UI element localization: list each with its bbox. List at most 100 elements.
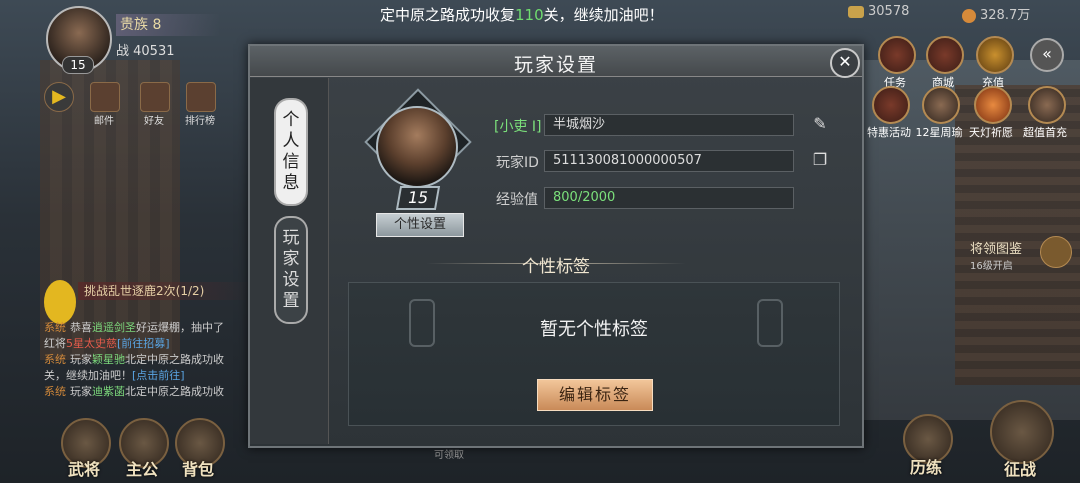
edit-tags-button[interactable]: 编辑标签 [537, 379, 653, 411]
chat-message: 系统 恭喜逍遥剑圣好运爆棚，抽中了 [44, 320, 248, 336]
chat-player-name: 逍遥剑圣 [92, 321, 136, 334]
chat-panel[interactable]: 系统 恭喜逍遥剑圣好运爆棚，抽中了 红将5星太史慈[前往招募] 系统 玩家颖星驰北定… [44, 320, 248, 416]
exp-label: 经验值 [496, 192, 538, 208]
tags-panel: 暂无个性标签 编辑标签 [348, 282, 840, 426]
chat-tag: 系统 [44, 385, 66, 398]
hero-icon [1028, 86, 1066, 124]
exp-field: 800/2000 [544, 187, 794, 209]
chat-link[interactable]: [点击前往] [132, 369, 185, 382]
player-settings-modal: 玩家设置 ✕ 个 人 信 息 玩 家 设 置 15 个性设置 [小吏 I] 半城… [248, 44, 864, 448]
close-icon: ✕ [838, 52, 852, 71]
personalize-button[interactable]: 个性设置 [376, 213, 464, 237]
arrow-icon: ▶ [44, 82, 74, 112]
chat-text: 好运爆棚，抽中了 [136, 321, 224, 334]
menu-first-recharge-label: 超值首充 [1023, 126, 1067, 139]
chat-message: 红将5星太史慈[前往招募] [44, 336, 248, 352]
menu-mail-label: 邮件 [94, 116, 114, 127]
tags-heading: 个性标签 [522, 257, 590, 277]
player-id-label: 玩家ID [496, 155, 539, 171]
gold-icon [848, 5, 864, 18]
battle-horn-icon [990, 400, 1054, 464]
nav-training-label: 历练 [909, 458, 942, 477]
mail-icon [90, 82, 120, 112]
player-name-field: 半城烟沙 [544, 114, 794, 136]
nav-lord-label: 主公 [125, 460, 158, 479]
modal-title: 玩家设置 [513, 54, 598, 76]
player-portrait[interactable] [376, 106, 458, 188]
nav-bag[interactable]: 背包 [168, 418, 228, 480]
general-gallery[interactable]: 将领图鉴 16级开启 [970, 238, 1050, 272]
gold-resource[interactable]: 30578 [848, 4, 938, 22]
coin-amount: 328.7万 [980, 8, 1031, 23]
gold-amount: 30578 [868, 4, 910, 19]
coin-resource[interactable]: 328.7万 [962, 4, 1062, 23]
chat-player-name: 颖星驰 [92, 353, 125, 366]
menu-task[interactable]: 任务 [870, 36, 920, 90]
ticker-number: 110 [515, 6, 544, 24]
chat-text: 红将 [44, 337, 66, 350]
menu-lantern-label: 天灯祈愿 [969, 126, 1013, 139]
nav-lord[interactable]: 主公 [112, 418, 172, 480]
close-button[interactable]: ✕ [830, 48, 860, 78]
copy-icon[interactable]: ❐ [810, 150, 830, 170]
chat-message: 关，继续加油吧！[点击前往] [44, 368, 248, 384]
nav-generals[interactable]: 武将 [54, 418, 114, 480]
chat-badge-icon[interactable] [44, 280, 76, 324]
menu-zhouyu[interactable]: 12星周瑜 [914, 86, 964, 140]
nav-training[interactable]: 历练 [896, 414, 956, 478]
collapse-arrow-icon[interactable]: « [1030, 38, 1064, 72]
coin-icon [962, 8, 976, 23]
menu-special-event[interactable]: 特惠活动 [864, 86, 914, 140]
gallery-icon[interactable] [1040, 236, 1072, 268]
nav-generals-label: 武将 [67, 460, 100, 479]
menu-recharge[interactable]: 充值 [968, 36, 1018, 90]
challenge-banner[interactable]: 挑战乱世逐鹿2次(1/2) [78, 282, 254, 300]
friends-icon [140, 82, 170, 112]
ranking-icon [186, 82, 216, 112]
treasure-icon [976, 36, 1014, 74]
menu-zhouyu-label: 12星周瑜 [915, 126, 963, 139]
receive-hint: 可领取 [434, 450, 464, 461]
noble-rank[interactable]: 贵族 8 [116, 14, 220, 36]
expand-button[interactable]: ▶ [44, 82, 74, 112]
nav-battle[interactable]: 征战 [990, 400, 1054, 480]
menu-ranking-label: 排行榜 [185, 116, 215, 127]
chat-tag: 系统 [44, 321, 66, 334]
chat-text: 关，继续加油吧！ [44, 369, 132, 382]
gallery-title: 将领图鉴 [970, 242, 1023, 257]
gallery-unlock-hint: 16级开启 [970, 261, 1013, 272]
tab-personal-info[interactable]: 个 人 信 息 [274, 98, 308, 206]
player-level-badge: 15 [62, 56, 94, 74]
chat-tag: 系统 [44, 353, 66, 366]
rank-tag: [小吏 I] [494, 119, 542, 135]
menu-ranking[interactable]: 排行榜 [180, 82, 220, 127]
gift-icon [872, 86, 910, 124]
empty-tags-text: 暂无个性标签 [540, 319, 648, 340]
chat-hero-name: 5星太史慈 [66, 337, 117, 350]
menu-mail[interactable]: 邮件 [84, 82, 124, 127]
combat-power: 战 40531 [116, 44, 175, 59]
announcement-ticker: 定中原之路成功收复110关，继续加油吧！ [380, 4, 680, 26]
menu-lantern[interactable]: 天灯祈愿 [966, 86, 1016, 140]
chat-text: 玩家 [70, 353, 92, 366]
hero-icon [922, 86, 960, 124]
menu-shop[interactable]: 商城 [918, 36, 968, 90]
chat-player-name: 迪紫菡 [92, 385, 125, 398]
menu-special-event-label: 特惠活动 [867, 126, 911, 139]
chat-link[interactable]: [前往招募] [117, 337, 170, 350]
nav-battle-label: 征战 [1003, 460, 1036, 479]
menu-first-recharge[interactable]: 超值首充 [1020, 86, 1070, 140]
portrait-level-badge: 15 [395, 186, 441, 210]
chat-text: 恭喜 [70, 321, 92, 334]
ticker-prefix: 定中原之路成功收复 [380, 6, 516, 24]
chat-text: 北定中原之路成功收 [125, 353, 224, 366]
chat-text: 北定中原之路成功收 [125, 385, 224, 398]
lantern-icon [974, 86, 1012, 124]
player-id-field: 511130081000000507 [544, 150, 794, 172]
rename-icon[interactable]: ✎ [810, 114, 830, 134]
chat-message: 系统 玩家颖星驰北定中原之路成功收 [44, 352, 248, 368]
chat-text: 玩家 [70, 385, 92, 398]
menu-friends-label: 好友 [144, 116, 164, 127]
menu-friends[interactable]: 好友 [134, 82, 174, 127]
ticker-suffix: 关，继续加油吧！ [543, 6, 664, 24]
